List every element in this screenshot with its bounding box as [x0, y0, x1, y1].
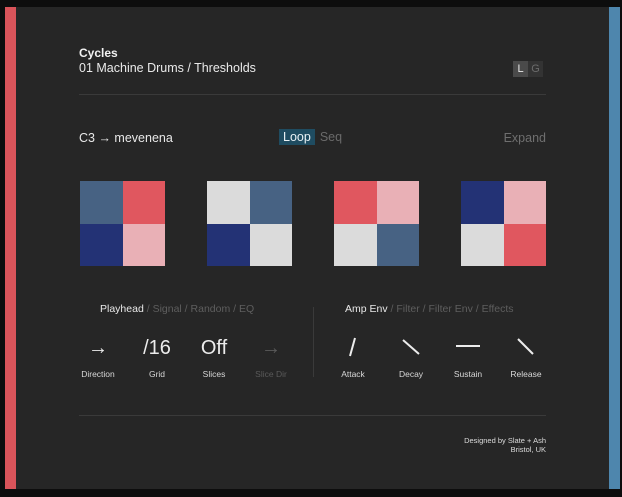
attack-shape-icon[interactable]	[341, 335, 365, 359]
pad-cell[interactable]	[80, 181, 123, 224]
pad-1[interactable]	[80, 181, 165, 266]
pad-3[interactable]	[334, 181, 419, 266]
pad-cell[interactable]	[207, 223, 250, 266]
pad-cell[interactable]	[249, 223, 292, 266]
tab-loop[interactable]: Loop	[279, 129, 315, 145]
preset-path[interactable]: 01 Machine Drums / Thresholds	[79, 61, 256, 75]
pad-cell[interactable]	[249, 181, 292, 224]
direction-label: Direction	[81, 369, 115, 379]
credit-line: Designed by Slate + Ash	[464, 436, 546, 445]
sustain-label: Sustain	[453, 369, 483, 379]
app-frame: Cycles 01 Machine Drums / Thresholds L G…	[5, 7, 620, 489]
decay-label: Decay	[398, 369, 424, 379]
credit-location: Bristol, UK	[510, 445, 546, 454]
pad-cell[interactable]	[334, 223, 377, 266]
attack-label: Attack	[341, 369, 365, 379]
pad-cell[interactable]	[80, 223, 123, 266]
expand-button[interactable]: Expand	[504, 131, 546, 145]
slices-value[interactable]: Off	[189, 337, 239, 360]
pad-cell[interactable]	[207, 181, 250, 224]
nav-effects[interactable]: Effects	[482, 303, 514, 315]
nav-amp-env[interactable]: Amp Env	[345, 303, 388, 315]
pad-cell[interactable]	[334, 181, 377, 224]
panel-divider	[313, 307, 314, 377]
grid-label: Grid	[148, 369, 166, 379]
toggle-l-button[interactable]: L	[513, 61, 528, 77]
pad-cell[interactable]	[461, 181, 504, 224]
lg-toggle[interactable]: L G	[513, 61, 543, 77]
nav-playhead[interactable]: Playhead	[100, 303, 144, 315]
nav-random[interactable]: Random	[191, 303, 231, 315]
grid-value[interactable]: /16	[132, 337, 182, 360]
nav-separator: /	[472, 303, 482, 315]
nav-separator: /	[181, 303, 191, 315]
pad-cell[interactable]	[376, 181, 419, 224]
header-divider	[79, 94, 546, 95]
left-panel-nav: Playhead / Signal / Random / EQ	[100, 303, 254, 315]
toggle-g-button[interactable]: G	[528, 61, 543, 77]
sustain-shape-icon[interactable]	[455, 335, 481, 359]
nav-separator: /	[230, 303, 239, 315]
nav-filter[interactable]: Filter	[396, 303, 419, 315]
pad-cell[interactable]	[376, 223, 419, 266]
nav-signal[interactable]: Signal	[153, 303, 182, 315]
mode-tabs[interactable]: Loop Seq	[279, 129, 342, 145]
nav-filter-env[interactable]: Filter Env	[428, 303, 472, 315]
pad-cell[interactable]	[122, 181, 165, 224]
nav-separator: /	[143, 303, 153, 315]
left-accent-stripe	[5, 7, 16, 489]
pad-cell[interactable]	[122, 223, 165, 266]
pad-2[interactable]	[207, 181, 292, 266]
app-title: Cycles	[79, 46, 118, 60]
pad-4[interactable]	[461, 181, 546, 266]
nav-eq[interactable]: EQ	[239, 303, 254, 315]
tab-seq[interactable]: Seq	[320, 130, 342, 144]
note-mapping: C3 → mevenena	[79, 131, 173, 145]
pad-cell[interactable]	[503, 181, 546, 224]
footer-divider	[79, 415, 546, 416]
pad-cell[interactable]	[461, 223, 504, 266]
slice-dir-label: Slice Dir	[255, 369, 287, 379]
release-label: Release	[510, 369, 542, 379]
decay-shape-icon[interactable]	[399, 335, 423, 359]
right-accent-stripe	[609, 7, 620, 489]
direction-value[interactable]: →	[78, 337, 118, 360]
right-panel-nav: Amp Env / Filter / Filter Env / Effects	[345, 303, 514, 315]
slices-label: Slices	[202, 369, 226, 379]
pad-cell[interactable]	[503, 223, 546, 266]
slice-dir-value[interactable]: →	[251, 337, 291, 360]
release-shape-icon[interactable]	[513, 335, 537, 359]
